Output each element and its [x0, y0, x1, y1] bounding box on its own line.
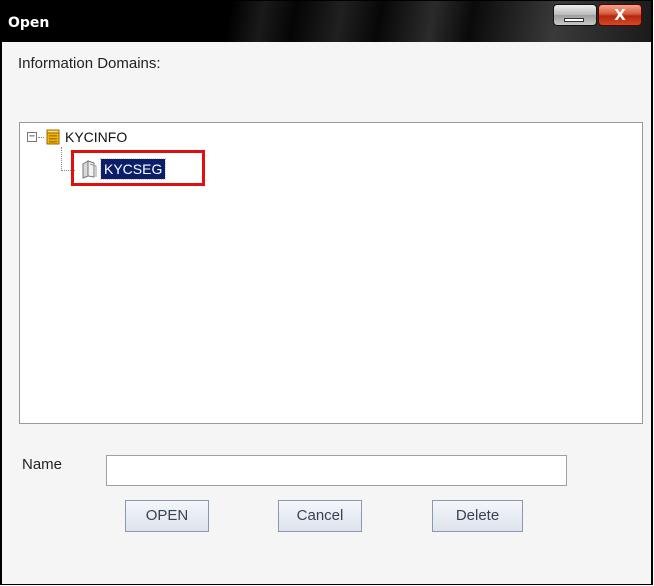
open-dialog-window: Open X Information Domains: − KYCINFO KY…	[0, 0, 653, 585]
window-title: Open	[8, 15, 50, 31]
database-icon	[46, 129, 60, 145]
collapse-toggle-icon[interactable]: −	[27, 132, 37, 142]
minimize-icon	[564, 18, 584, 22]
close-button[interactable]: X	[598, 4, 642, 26]
title-bar[interactable]: Open X	[2, 1, 651, 42]
tree-connector	[61, 147, 62, 171]
tree-node-kycinfo[interactable]: KYCINFO	[65, 129, 127, 145]
information-domains-label: Information Domains:	[18, 55, 161, 72]
domain-tree[interactable]: − KYCINFO KYCSEG	[19, 122, 643, 424]
delete-button[interactable]: Delete	[432, 500, 523, 532]
name-input[interactable]	[106, 455, 567, 486]
dialog-body: Information Domains: − KYCINFO KYCSEG Na…	[2, 42, 651, 584]
cancel-button[interactable]: Cancel	[278, 500, 362, 532]
tree-connector	[38, 137, 44, 138]
name-label: Name	[22, 456, 63, 473]
open-button[interactable]: OPEN	[125, 500, 209, 532]
selection-highlight-box	[71, 150, 205, 186]
minimize-button[interactable]	[553, 4, 597, 26]
